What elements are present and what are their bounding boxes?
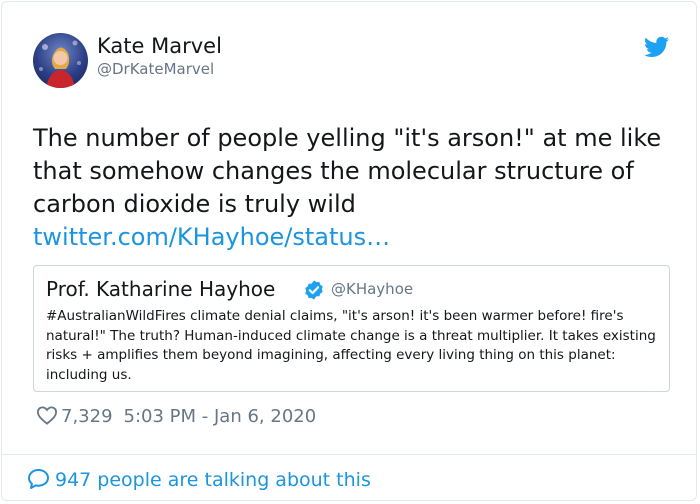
verified-badge-icon — [305, 280, 323, 300]
quoted-author-name[interactable]: Prof. Katharine Hayhoe — [46, 277, 275, 301]
quoted-author-handle[interactable]: @KHayhoe — [331, 280, 413, 298]
tweet-text: The number of people yelling "it's arson… — [33, 124, 662, 218]
divider — [2, 454, 696, 455]
tweet-text-block: The number of people yelling "it's arson… — [33, 122, 673, 254]
like-count[interactable]: 7,329 — [61, 406, 113, 427]
twitter-bird-icon[interactable] — [644, 36, 669, 58]
author-handle[interactable]: @DrKateMarvel — [97, 60, 214, 78]
heart-icon[interactable] — [36, 405, 58, 425]
author-name[interactable]: Kate Marvel — [97, 34, 222, 58]
avatar[interactable] — [33, 33, 88, 88]
quoted-tweet[interactable]: Prof. Katharine Hayhoe @KHayhoe #Austral… — [33, 265, 670, 392]
talking-count-label[interactable]: 947 people are talking about this — [55, 469, 371, 491]
conversation-link[interactable]: 947 people are talking about this — [26, 467, 371, 491]
quoted-tweet-text: #AustralianWildFires climate denial clai… — [46, 308, 656, 383]
tweet-link[interactable]: twitter.com/KHayhoe/status… — [33, 221, 673, 254]
chat-bubble-icon — [28, 469, 49, 489]
timestamp[interactable]: 5:03 PM - Jan 6, 2020 — [124, 406, 317, 427]
tweet-embed-card: Kate Marvel @DrKateMarvel The number of … — [1, 1, 697, 501]
tweet-meta: 7,329 5:03 PM - Jan 6, 2020 — [36, 405, 316, 427]
